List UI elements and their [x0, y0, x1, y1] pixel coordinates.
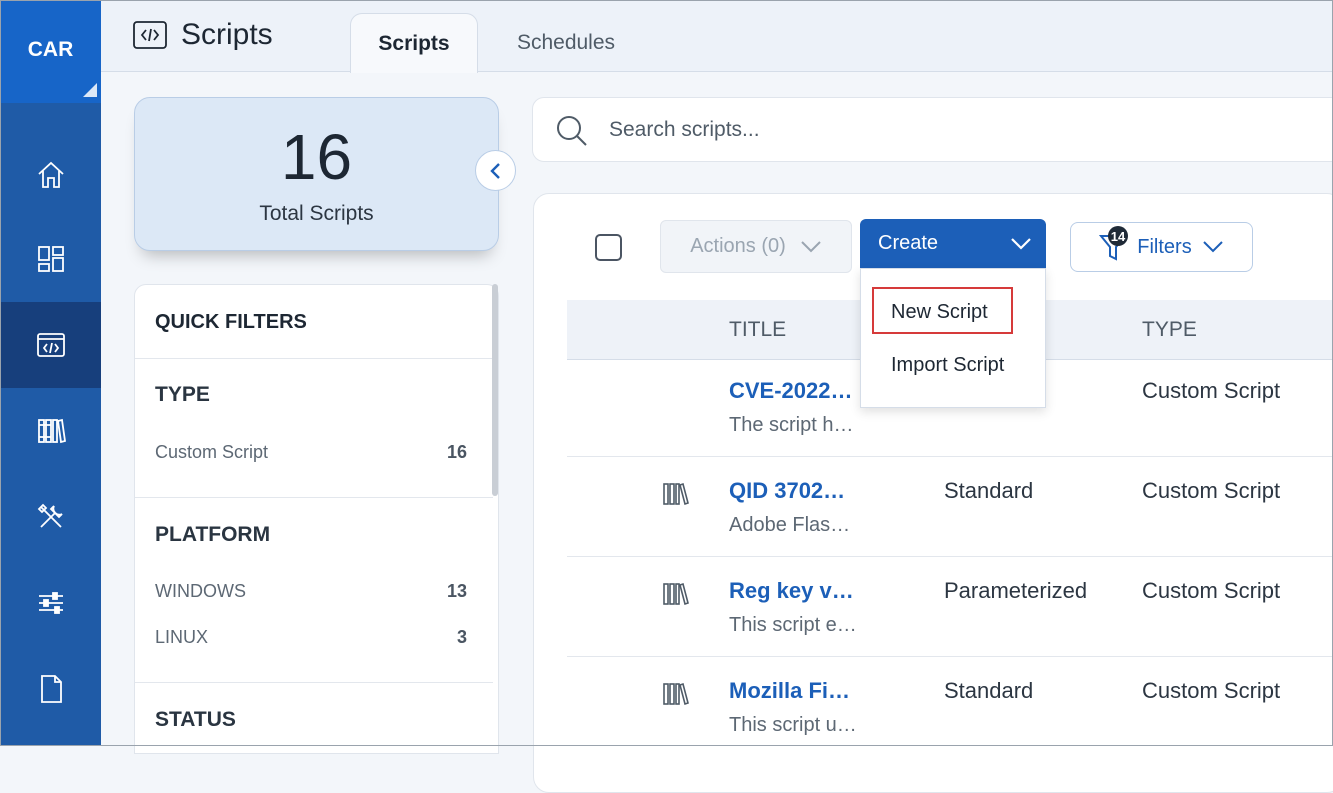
row-type: Custom Script — [1142, 478, 1281, 503]
row-type: Custom Script — [1142, 378, 1281, 403]
total-scripts-count: 16 — [280, 121, 353, 193]
dashboard-icon — [37, 246, 64, 272]
filter-count: 16 — [446, 442, 467, 462]
total-scripts-label: Total Scripts — [259, 202, 374, 225]
chevron-down-icon — [801, 240, 821, 252]
row-title[interactable]: CVE-2022… — [729, 378, 853, 404]
code-icon — [133, 21, 167, 49]
sliders-icon — [38, 592, 63, 614]
filter-label: Custom Script — [155, 442, 269, 462]
page-title-group: Scripts — [133, 18, 273, 52]
total-scripts-card: 16 Total Scripts — [134, 97, 499, 251]
row-kind: Standard — [944, 478, 1034, 503]
filters-scrollbar[interactable] — [492, 284, 498, 496]
library-icon — [663, 682, 689, 706]
row-title[interactable]: QID 3702… — [729, 478, 845, 504]
library-icon — [663, 482, 689, 506]
nav-settings[interactable] — [0, 560, 101, 646]
divider — [135, 682, 493, 683]
filter-section-status: STATUS — [155, 708, 236, 731]
row-type: Custom Script — [1142, 678, 1281, 703]
brand-corner-icon — [83, 83, 97, 97]
filter-label: LINUX — [155, 627, 209, 647]
menu-item-import-script[interactable]: Import Script — [891, 354, 1004, 377]
row-description: This script u… — [729, 714, 857, 736]
filters-count-badge: 14 — [1108, 226, 1128, 246]
filters-button[interactable]: Filters — [1070, 222, 1253, 272]
actions-label: Actions (0) — [690, 235, 786, 257]
row-divider — [567, 456, 1333, 457]
filter-platform-linux[interactable]: LINUX 3 — [155, 627, 467, 648]
filter-section-platform: PLATFORM — [155, 523, 271, 546]
row-title[interactable]: Mozilla Fi… — [729, 678, 850, 704]
row-description: The script h… — [729, 414, 854, 436]
brand-logo[interactable]: CAR — [0, 0, 101, 103]
chevron-left-icon — [489, 162, 500, 179]
nav-library[interactable] — [0, 388, 101, 474]
nav-documents[interactable] — [0, 646, 101, 732]
search-bar — [532, 97, 1333, 162]
search-icon — [557, 116, 587, 146]
home-icon — [37, 161, 64, 188]
filters-label: Filters — [1137, 235, 1192, 258]
nav-tools[interactable] — [0, 474, 101, 560]
create-button[interactable]: Create — [860, 219, 1046, 268]
tools-icon — [37, 503, 63, 528]
nav-home[interactable] — [0, 132, 101, 218]
filter-platform-windows[interactable]: WINDOWS 13 — [155, 581, 467, 602]
header: Scripts Scripts Schedules — [101, 0, 1333, 73]
library-icon — [37, 418, 66, 444]
chevron-down-icon — [1011, 237, 1031, 250]
row-description: This script e… — [729, 614, 857, 636]
page-title: Scripts — [181, 18, 273, 51]
tab-scripts[interactable]: Scripts — [350, 13, 478, 73]
create-label: Create — [878, 232, 939, 254]
row-kind: Parameterized — [944, 578, 1088, 603]
left-rail: CAR — [0, 0, 101, 746]
new-script-highlight — [872, 287, 1013, 334]
divider — [135, 358, 493, 359]
row-divider — [567, 656, 1333, 657]
row-divider — [567, 556, 1333, 557]
document-icon — [40, 675, 62, 703]
code-icon — [36, 333, 65, 357]
nav-scripts[interactable] — [0, 302, 101, 388]
column-type[interactable]: TYPE — [1142, 318, 1197, 342]
row-description: Adobe Flas… — [729, 514, 851, 536]
column-title[interactable]: TITLE — [729, 318, 786, 342]
quick-filters-panel: QUICK FILTERS TYPE Custom Script 16 PLAT… — [134, 284, 499, 754]
filter-type-custom-script[interactable]: Custom Script 16 — [155, 442, 467, 463]
row-title[interactable]: Reg key v… — [729, 578, 854, 604]
tab-schedules[interactable]: Schedules — [501, 13, 631, 73]
collapse-panel-button[interactable] — [475, 150, 516, 191]
brand-label: CAR — [27, 37, 74, 61]
filter-count: 3 — [456, 627, 467, 647]
filter-section-type: TYPE — [155, 383, 210, 406]
search-input[interactable] — [607, 112, 1207, 148]
actions-button[interactable]: Actions (0) — [660, 220, 852, 273]
filter-count: 13 — [446, 581, 467, 601]
divider — [135, 497, 493, 498]
row-kind: Standard — [944, 678, 1034, 703]
quick-filters-title: QUICK FILTERS — [155, 311, 307, 333]
filter-label: WINDOWS — [155, 581, 246, 601]
nav-dashboard[interactable] — [0, 216, 101, 302]
library-icon — [663, 582, 689, 606]
select-all-checkbox[interactable] — [595, 234, 622, 261]
chevron-down-icon — [1203, 241, 1223, 253]
row-type: Custom Script — [1142, 578, 1281, 603]
